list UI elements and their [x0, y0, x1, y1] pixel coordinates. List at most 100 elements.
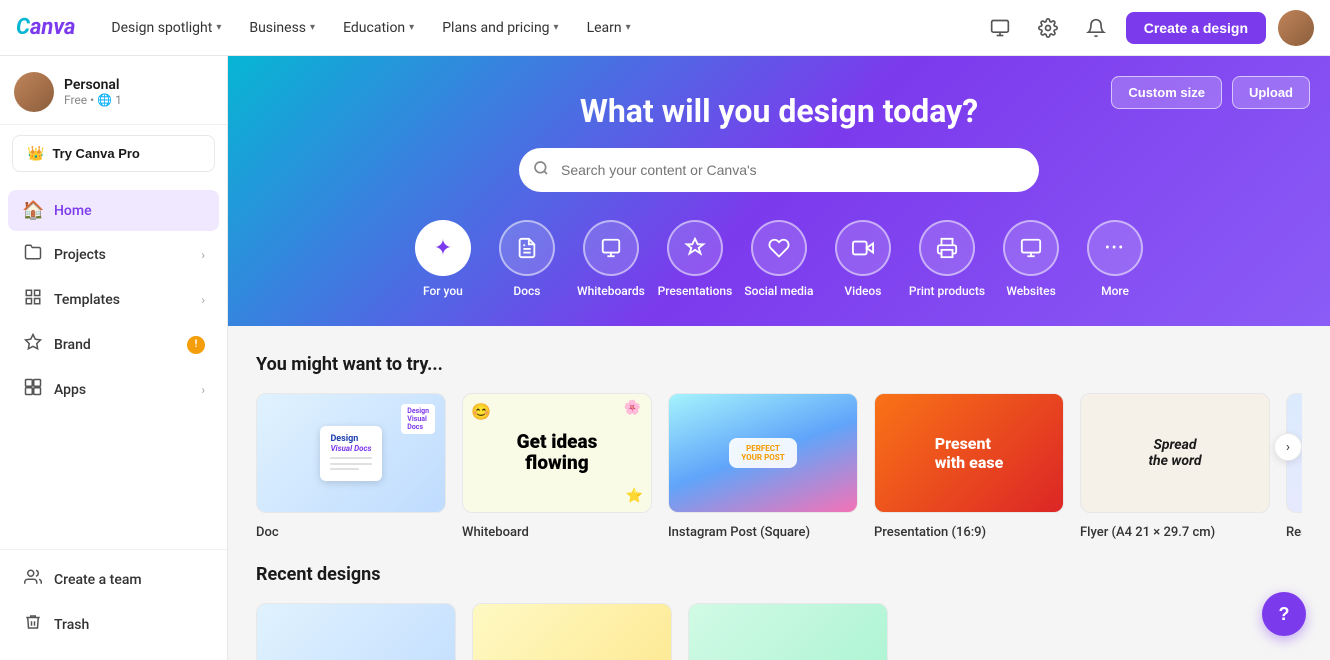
- try-section-title: You might want to try...: [256, 354, 443, 375]
- notification-icon-btn[interactable]: [1078, 10, 1114, 46]
- card-doc[interactable]: Design Visual Docs DesignVisualDocs Doc: [256, 393, 446, 540]
- card-flyer-thumb: Spreadthe word: [1080, 393, 1270, 513]
- logo[interactable]: Canva: [16, 15, 75, 40]
- sidebar-item-templates[interactable]: Templates ›: [8, 278, 219, 321]
- sidebar-item-home[interactable]: 🏠 Home: [8, 190, 219, 231]
- chevron-down-icon: ▾: [554, 22, 559, 33]
- card-resume-label: Resume: [1286, 525, 1302, 540]
- home-icon: 🏠: [22, 200, 44, 221]
- category-more[interactable]: ••• More: [1077, 220, 1153, 298]
- chevron-down-icon: ▾: [216, 22, 221, 33]
- sidebar-item-projects[interactable]: Projects ›: [8, 233, 219, 276]
- upload-button[interactable]: Upload: [1232, 76, 1310, 109]
- nav-design-spotlight[interactable]: Design spotlight ▾: [99, 14, 233, 42]
- templates-icon: [22, 288, 44, 311]
- try-cards-row: Design Visual Docs DesignVisualDocs Doc: [256, 393, 1302, 544]
- whiteboards-icon-wrap: [583, 220, 639, 276]
- recent-section-title: Recent designs: [256, 564, 381, 585]
- category-social-media[interactable]: Social media: [741, 220, 817, 298]
- chevron-right-icon: ›: [201, 293, 205, 307]
- sidebar-username: Personal: [64, 77, 122, 93]
- nav-education[interactable]: Education ▾: [331, 14, 426, 42]
- card-presentation-label: Presentation (16:9): [874, 525, 986, 540]
- card-instagram[interactable]: PERFECT YOUR POST Instagram Post (Square…: [668, 393, 858, 540]
- category-presentations[interactable]: Presentations: [657, 220, 733, 298]
- card-whiteboard[interactable]: 😊 🌸 Get ideas flowing ⭐ Whiteboard: [462, 393, 652, 540]
- for-you-icon-wrap: ✦: [415, 220, 471, 276]
- topnav: Canva Design spotlight ▾ Business ▾ Educ…: [0, 0, 1330, 56]
- monitor-icon-btn[interactable]: [982, 10, 1018, 46]
- card-flyer[interactable]: Spreadthe word Flyer (A4 21 × 29.7 cm): [1080, 393, 1270, 540]
- category-row: ✦ For you Docs Whiteboards: [252, 220, 1306, 298]
- card-flyer-label: Flyer (A4 21 × 29.7 cm): [1080, 525, 1215, 540]
- presentations-icon-wrap: [667, 220, 723, 276]
- recent-cards-row: VIEW ONLY: [256, 603, 1302, 660]
- custom-size-button[interactable]: Custom size: [1111, 76, 1222, 109]
- team-icon: [22, 568, 44, 591]
- card-instagram-label: Instagram Post (Square): [668, 525, 810, 540]
- category-videos[interactable]: Videos: [825, 220, 901, 298]
- category-websites[interactable]: Websites: [993, 220, 1069, 298]
- chevron-down-icon: ▾: [409, 22, 414, 33]
- category-whiteboards[interactable]: Whiteboards: [573, 220, 649, 298]
- sidebar-item-brand[interactable]: Brand !: [8, 323, 219, 366]
- smiley-icon: 😊: [471, 402, 491, 421]
- create-design-button[interactable]: Create a design: [1126, 12, 1266, 44]
- card-whiteboard-thumb: 😊 🌸 Get ideas flowing ⭐: [462, 393, 652, 513]
- recent-card-2[interactable]: VIEW ONLY: [472, 603, 672, 660]
- chevron-right-icon: ›: [201, 383, 205, 397]
- sidebar-user: Personal Free • 🌐 1: [0, 56, 227, 125]
- card-resume[interactable]: Resume: [1286, 393, 1302, 540]
- sidebar-nav: 🏠 Home Projects › Templates ›: [0, 182, 227, 549]
- apps-icon: [22, 378, 44, 401]
- card-doc-label: Doc: [256, 525, 279, 540]
- crown-icon: 👑: [27, 145, 44, 162]
- star-icon: ⭐: [626, 488, 643, 504]
- docs-icon-wrap: [499, 220, 555, 276]
- main-content: Custom size Upload What will you design …: [228, 56, 1330, 660]
- nav-business[interactable]: Business ▾: [237, 14, 327, 42]
- card-doc-thumb: Design Visual Docs DesignVisualDocs: [256, 393, 446, 513]
- category-print-products[interactable]: Print products: [909, 220, 985, 298]
- chevron-down-icon: ▾: [310, 22, 315, 33]
- websites-icon-wrap: [1003, 220, 1059, 276]
- help-button[interactable]: ?: [1262, 592, 1306, 636]
- avatar[interactable]: [1278, 10, 1314, 46]
- hero-search-row: [252, 148, 1306, 192]
- sidebar-bottom: Create a team Trash: [0, 549, 227, 660]
- nav-links: Design spotlight ▾ Business ▾ Education …: [99, 14, 981, 42]
- nav-plans-pricing[interactable]: Plans and pricing ▾: [430, 14, 570, 42]
- category-for-you[interactable]: ✦ For you: [405, 220, 481, 298]
- ellipsis-icon: •••: [1105, 240, 1125, 256]
- search-input[interactable]: [519, 148, 1039, 192]
- sidebar: Personal Free • 🌐 1 👑 Try Canva Pro 🏠 Ho…: [0, 56, 228, 660]
- card-presentation-thumb: Presentwith ease: [874, 393, 1064, 513]
- videos-icon-wrap: [835, 220, 891, 276]
- recent-card-1[interactable]: [256, 603, 456, 660]
- recent-section: Recent designs VIEW ONLY: [228, 544, 1330, 660]
- brand-badge: !: [187, 336, 205, 354]
- try-canva-pro-button[interactable]: 👑 Try Canva Pro: [12, 135, 215, 172]
- card-instagram-thumb: PERFECT YOUR POST: [668, 393, 858, 513]
- flower-icon: 🌸: [624, 400, 641, 416]
- nav-right: Create a design: [982, 10, 1314, 46]
- recent-card-3[interactable]: [688, 603, 888, 660]
- app-layout: Personal Free • 🌐 1 👑 Try Canva Pro 🏠 Ho…: [0, 56, 1330, 660]
- trash-icon: [22, 613, 44, 636]
- chevron-down-icon: ▾: [626, 22, 631, 33]
- nav-learn[interactable]: Learn ▾: [575, 14, 643, 42]
- sidebar-item-apps[interactable]: Apps ›: [8, 368, 219, 411]
- category-docs[interactable]: Docs: [489, 220, 565, 298]
- cards-next-button[interactable]: ›: [1274, 433, 1302, 461]
- sidebar-item-create-team[interactable]: Create a team: [8, 558, 219, 601]
- more-icon-wrap: •••: [1087, 220, 1143, 276]
- hero-banner: Custom size Upload What will you design …: [228, 56, 1330, 326]
- card-presentation[interactable]: Presentwith ease Presentation (16:9): [874, 393, 1064, 540]
- search-icon: [533, 160, 549, 180]
- sidebar-item-trash[interactable]: Trash: [8, 603, 219, 646]
- settings-icon-btn[interactable]: [1030, 10, 1066, 46]
- social-media-icon-wrap: [751, 220, 807, 276]
- print-products-icon-wrap: [919, 220, 975, 276]
- card-whiteboard-label: Whiteboard: [462, 525, 529, 540]
- folder-icon: [22, 243, 44, 266]
